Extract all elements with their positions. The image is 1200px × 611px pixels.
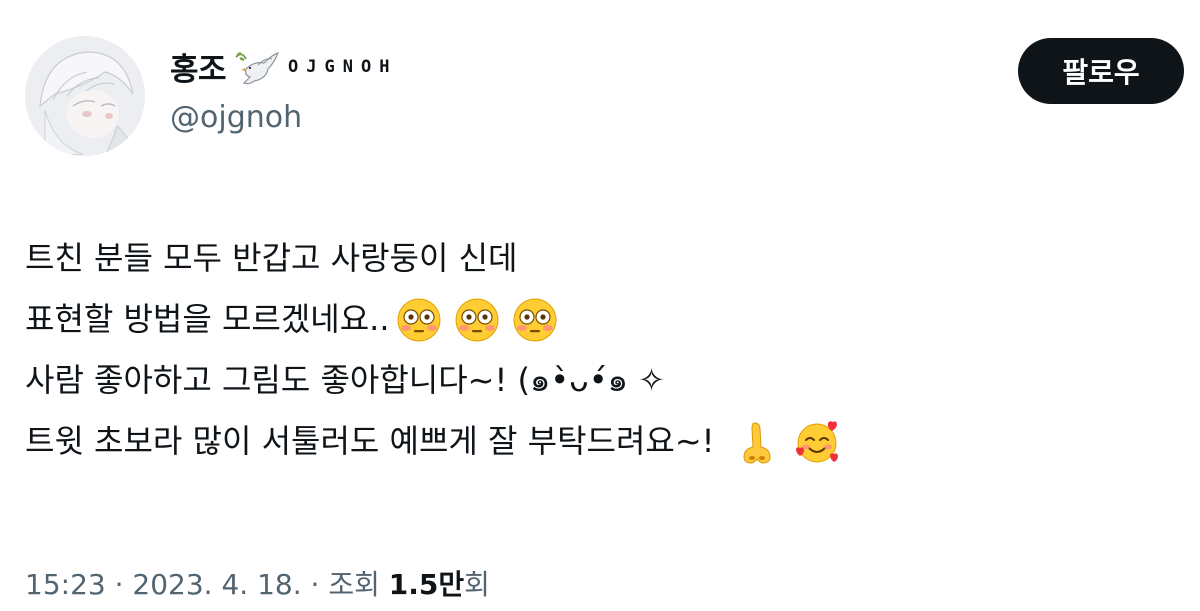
follow-button[interactable]: 팔로우 <box>1018 38 1184 104</box>
flushed-face-icon <box>513 298 557 341</box>
smiling-face-with-hearts-icon <box>796 420 839 462</box>
tweet-line-2: 표현할 방법을 모르겠네요.. <box>25 289 1175 350</box>
flushed-face-icon <box>455 298 499 341</box>
tweet-text: 트친 분들 모두 반갑고 사랑둥이 신데 표현할 방법을 모르겠네요.. 사람 … <box>25 228 1175 472</box>
meta-separator: · <box>310 568 320 601</box>
meta-separator: · <box>114 568 124 601</box>
tweet-line-3: 사람 좋아하고 그림도 좋아합니다~! (๑•̀ᴗ•́๑ ✧ <box>25 361 665 399</box>
tweet-line-4: 트윗 초보라 많이 서툴러도 예쁘게 잘 부탁드려요~! <box>25 411 1175 472</box>
nose-icon <box>743 421 771 464</box>
tweet-time[interactable]: 15:23 <box>25 568 106 601</box>
tweet-line-4-text: 트윗 초보라 많이 서툴러도 예쁘게 잘 부탁드려요~! <box>25 422 715 460</box>
tweet-line-2-text: 표현할 방법을 모르겠네요.. <box>25 300 390 338</box>
user-handle[interactable]: @ojgnoh <box>170 100 302 135</box>
flushed-face-icon <box>397 298 441 341</box>
tweet-metadata: 15:23 · 2023. 4. 18. · 조회 1.5만회 <box>25 563 490 603</box>
avatar[interactable] <box>25 36 145 156</box>
views-count: 1.5만 <box>388 568 465 601</box>
tweet-date[interactable]: 2023. 4. 18. <box>132 568 301 601</box>
display-name[interactable]: 홍조 <box>170 44 227 89</box>
views-label: 조회 <box>328 568 380 601</box>
tweet-line-1: 트친 분들 모두 반갑고 사랑둥이 신데 <box>25 239 518 277</box>
dove-with-olive-branch-icon <box>235 51 280 84</box>
views-suffix: 회 <box>464 568 490 601</box>
display-name-row: 홍조 OJGNOH <box>170 44 397 89</box>
avatar-illustration <box>25 36 145 156</box>
display-name-suffix: OJGNOH <box>288 56 398 77</box>
